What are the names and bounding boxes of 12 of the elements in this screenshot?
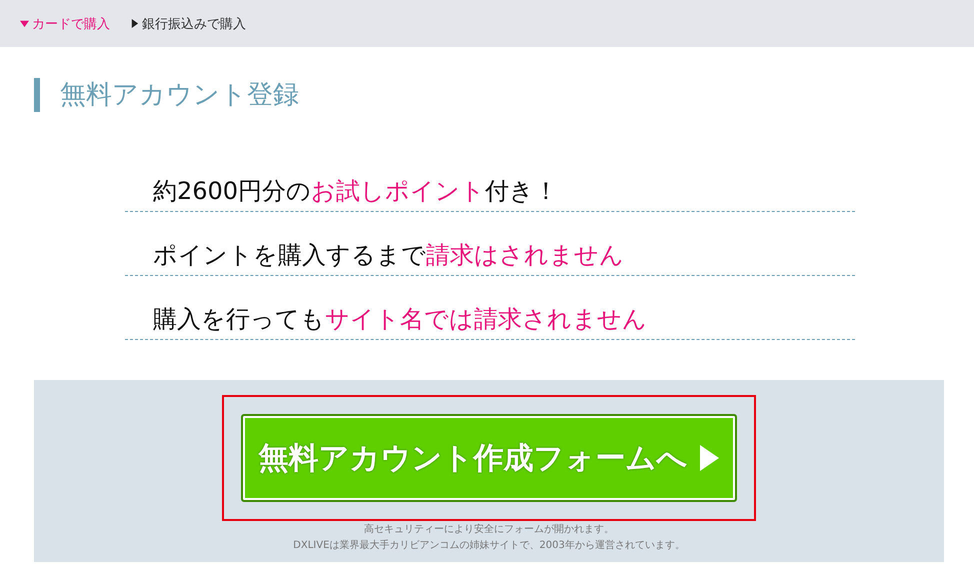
- feature-line: ポイントを購入するまで請求はされません: [125, 216, 855, 276]
- note-text: DXLIVEは業界最大手カリビアンコムの姉妹サイトで、2003年から運営されています。: [293, 538, 685, 553]
- note-text: 高セキュリティーにより安全にフォームが開かれます。: [363, 522, 615, 537]
- caret-down-icon: [20, 19, 29, 28]
- caret-right-icon: [130, 19, 139, 28]
- section-heading: 無料アカウント登録: [34, 78, 974, 112]
- create-account-button[interactable]: 無料アカウント作成フォームへ: [241, 414, 737, 502]
- purchase-tab[interactable]: カードで購入: [20, 14, 110, 32]
- purchase-tab[interactable]: 銀行振込みで購入: [130, 14, 246, 32]
- play-arrow-icon: [698, 444, 720, 472]
- feature-line: 約2600円分のお試しポイント 付き！: [125, 152, 855, 212]
- feature-line: 購入を行っても サイト名では請求されません: [125, 280, 855, 340]
